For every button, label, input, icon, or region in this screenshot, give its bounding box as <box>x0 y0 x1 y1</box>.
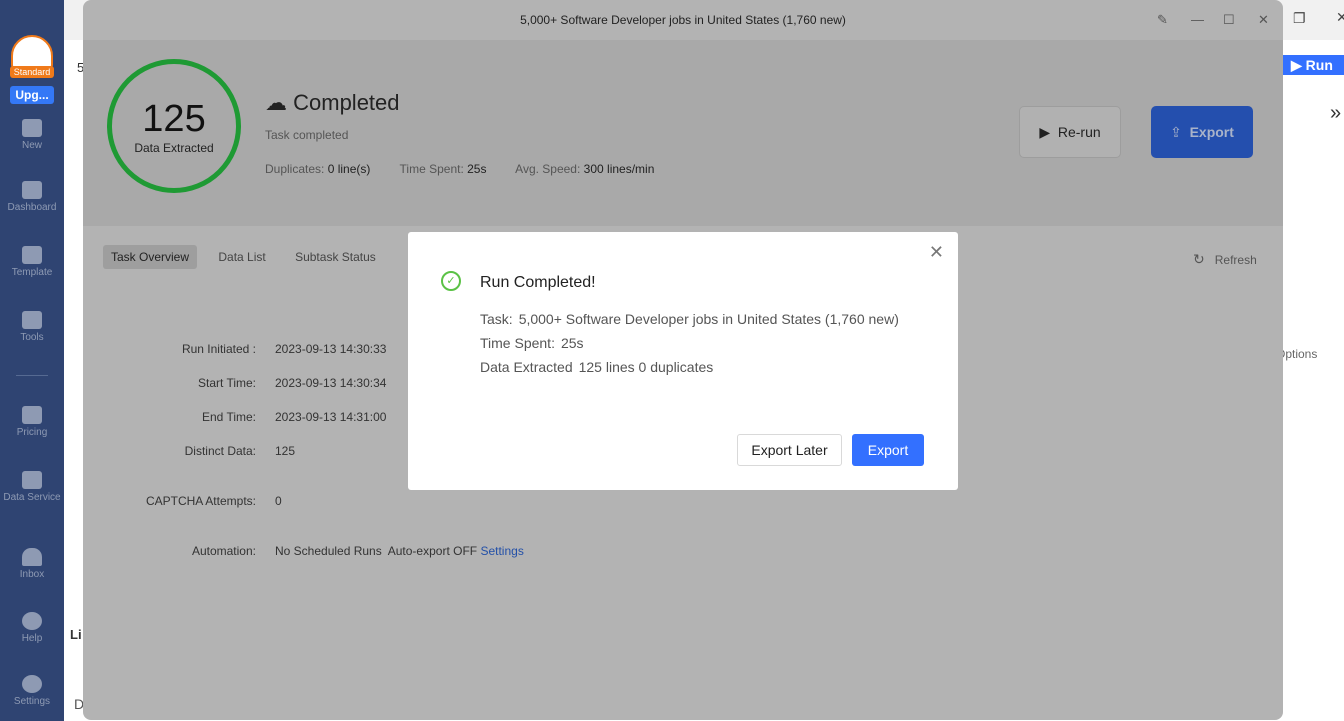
row-value: 125 <box>275 444 296 458</box>
row-label: End Time: <box>201 410 256 424</box>
row-label: Automation: <box>191 544 256 558</box>
row-label: CAPTCHA Attempts: <box>145 494 256 508</box>
sidebar-item-dashboard[interactable]: Dashboard <box>0 181 64 213</box>
window-title: 5,000+ Software Developer jobs in United… <box>520 13 846 27</box>
status-sub: Task completed <box>265 128 349 142</box>
stat-value: 300 lines/min <box>583 162 655 176</box>
label: Data Extracted <box>480 359 573 375</box>
row-label: Run Initiated : <box>181 342 256 356</box>
plus-icon <box>22 119 42 137</box>
rerun-button[interactable]: ▶ Re-run <box>1019 106 1121 158</box>
minimize-icon[interactable]: — <box>1191 12 1204 27</box>
sidebar-item-inbox[interactable]: Inbox <box>0 548 64 580</box>
rerun-label: Re-run <box>1057 124 1101 140</box>
row-value: No Scheduled Runs Auto-export OFF <box>275 544 478 558</box>
tab-subtask-status[interactable]: Subtask Status <box>287 245 384 269</box>
label: Time Spent: <box>480 335 555 351</box>
close-icon[interactable]: ✕ <box>1336 9 1344 26</box>
close-icon[interactable]: ✕ <box>1258 12 1269 28</box>
export-label: Export <box>1189 124 1234 140</box>
sidebar-label: Tools <box>20 332 44 343</box>
plan-badge: Standard <box>10 66 54 78</box>
export-later-button[interactable]: Export Later <box>737 434 842 466</box>
sidebar-item-help[interactable]: Help <box>0 612 64 644</box>
sidebar-label: Inbox <box>19 569 45 580</box>
task-summary: 125 Data Extracted ☁ Completed Task comp… <box>83 40 1283 226</box>
restore-icon[interactable]: ❐ <box>1293 10 1306 27</box>
avatar[interactable] <box>11 35 53 69</box>
refresh-button[interactable]: ↻ Refresh <box>1193 251 1257 268</box>
sidebar-item-template[interactable]: Template <box>0 246 64 278</box>
divider <box>16 375 48 376</box>
data-count: 125 <box>142 98 206 140</box>
sidebar-label: Data Service <box>3 492 61 503</box>
row-value: 2023-09-13 14:30:34 <box>275 376 387 390</box>
data-label: Data Extracted <box>134 141 214 155</box>
sidebar-label: Help <box>21 633 43 644</box>
status-title: ☁ Completed <box>265 90 400 116</box>
sidebar-item-pricing[interactable]: Pricing <box>0 406 64 438</box>
dialog-data: Data Extracted 125 lines 0 duplicates <box>480 359 713 375</box>
sidebar: Standard Upg... New Dashboard Template T… <box>0 0 64 721</box>
dashboard-icon <box>22 181 42 199</box>
refresh-icon: ↻ <box>1193 251 1205 267</box>
stat-label: Avg. Speed: <box>515 162 581 176</box>
value: 25s <box>560 335 584 351</box>
row-label: Start Time: <box>197 376 256 390</box>
play-icon: ▶ <box>1039 124 1051 140</box>
background-text: Li <box>70 627 82 642</box>
dialog-task: Task: 5,000+ Software Developer jobs in U… <box>480 311 899 327</box>
gear-icon <box>22 675 42 693</box>
maximize-icon[interactable]: ☐ <box>1223 12 1235 28</box>
diamond-check-icon <box>22 471 42 489</box>
sidebar-item-data-service[interactable]: Data Service <box>0 471 64 503</box>
dialog-export-button[interactable]: Export <box>852 434 924 466</box>
data-extracted-ring: 125 Data Extracted <box>107 59 241 193</box>
expand-icon[interactable]: » <box>1330 102 1341 125</box>
run-completed-dialog: ✕ ✓ Run Completed! Task: 5,000+ Software … <box>408 232 958 490</box>
stat-value: 0 line(s) <box>327 162 371 176</box>
template-icon <box>22 246 42 264</box>
tab-data-list[interactable]: Data List <box>210 245 273 269</box>
sidebar-item-settings[interactable]: Settings <box>0 675 64 707</box>
crown-icon <box>22 406 42 424</box>
run-button[interactable]: ▶ Run <box>1283 55 1344 75</box>
row-value: 2023-09-13 14:31:00 <box>275 410 387 424</box>
sidebar-item-new[interactable]: New <box>0 119 64 151</box>
dialog-title: Run Completed! <box>480 274 596 291</box>
sidebar-label: Settings <box>13 696 51 707</box>
tab-task-overview[interactable]: Task Overview <box>103 245 198 269</box>
close-icon[interactable]: ✕ <box>929 242 944 263</box>
run-label: Run <box>1305 57 1333 73</box>
stat-value: 25s <box>467 162 487 176</box>
label: Task: <box>480 311 513 327</box>
cloud-icon: ☁ <box>265 90 287 115</box>
sidebar-item-tools[interactable]: Tools <box>0 311 64 343</box>
toolbox-icon <box>22 311 42 329</box>
tabs: Task Overview Data List Subtask Status <box>103 245 394 269</box>
refresh-label: Refresh <box>1214 253 1257 267</box>
value: 5,000+ Software Developer jobs in United… <box>518 311 899 327</box>
stat-label: Duplicates: <box>265 162 325 176</box>
automation-settings-link[interactable]: Settings <box>480 544 523 558</box>
stat-label: Time Spent: <box>399 162 464 176</box>
sidebar-label: Dashboard <box>7 202 57 213</box>
row-label: Distinct Data: <box>184 444 256 458</box>
sidebar-label: New <box>21 140 42 151</box>
check-circle-icon: ✓ <box>441 271 461 291</box>
row-value: 2023-09-13 14:30:33 <box>275 342 387 356</box>
dialog-time: Time Spent: 25s <box>480 335 584 351</box>
sidebar-label: Template <box>11 267 53 278</box>
export-button[interactable]: ⇪ Export <box>1151 106 1253 158</box>
row-value: 0 <box>275 494 282 508</box>
value: 125 lines 0 duplicates <box>578 359 714 375</box>
upload-icon: ⇪ <box>1170 124 1182 140</box>
edit-icon[interactable]: ✎ <box>1157 12 1168 28</box>
status-text: Completed <box>293 90 400 115</box>
stats: Duplicates: 0 line(s) Time Spent: 25s Av… <box>265 162 680 176</box>
bell-icon <box>22 548 42 566</box>
help-icon <box>22 612 42 630</box>
sidebar-label: Pricing <box>16 427 48 438</box>
upgrade-button[interactable]: Upg... <box>10 86 54 104</box>
